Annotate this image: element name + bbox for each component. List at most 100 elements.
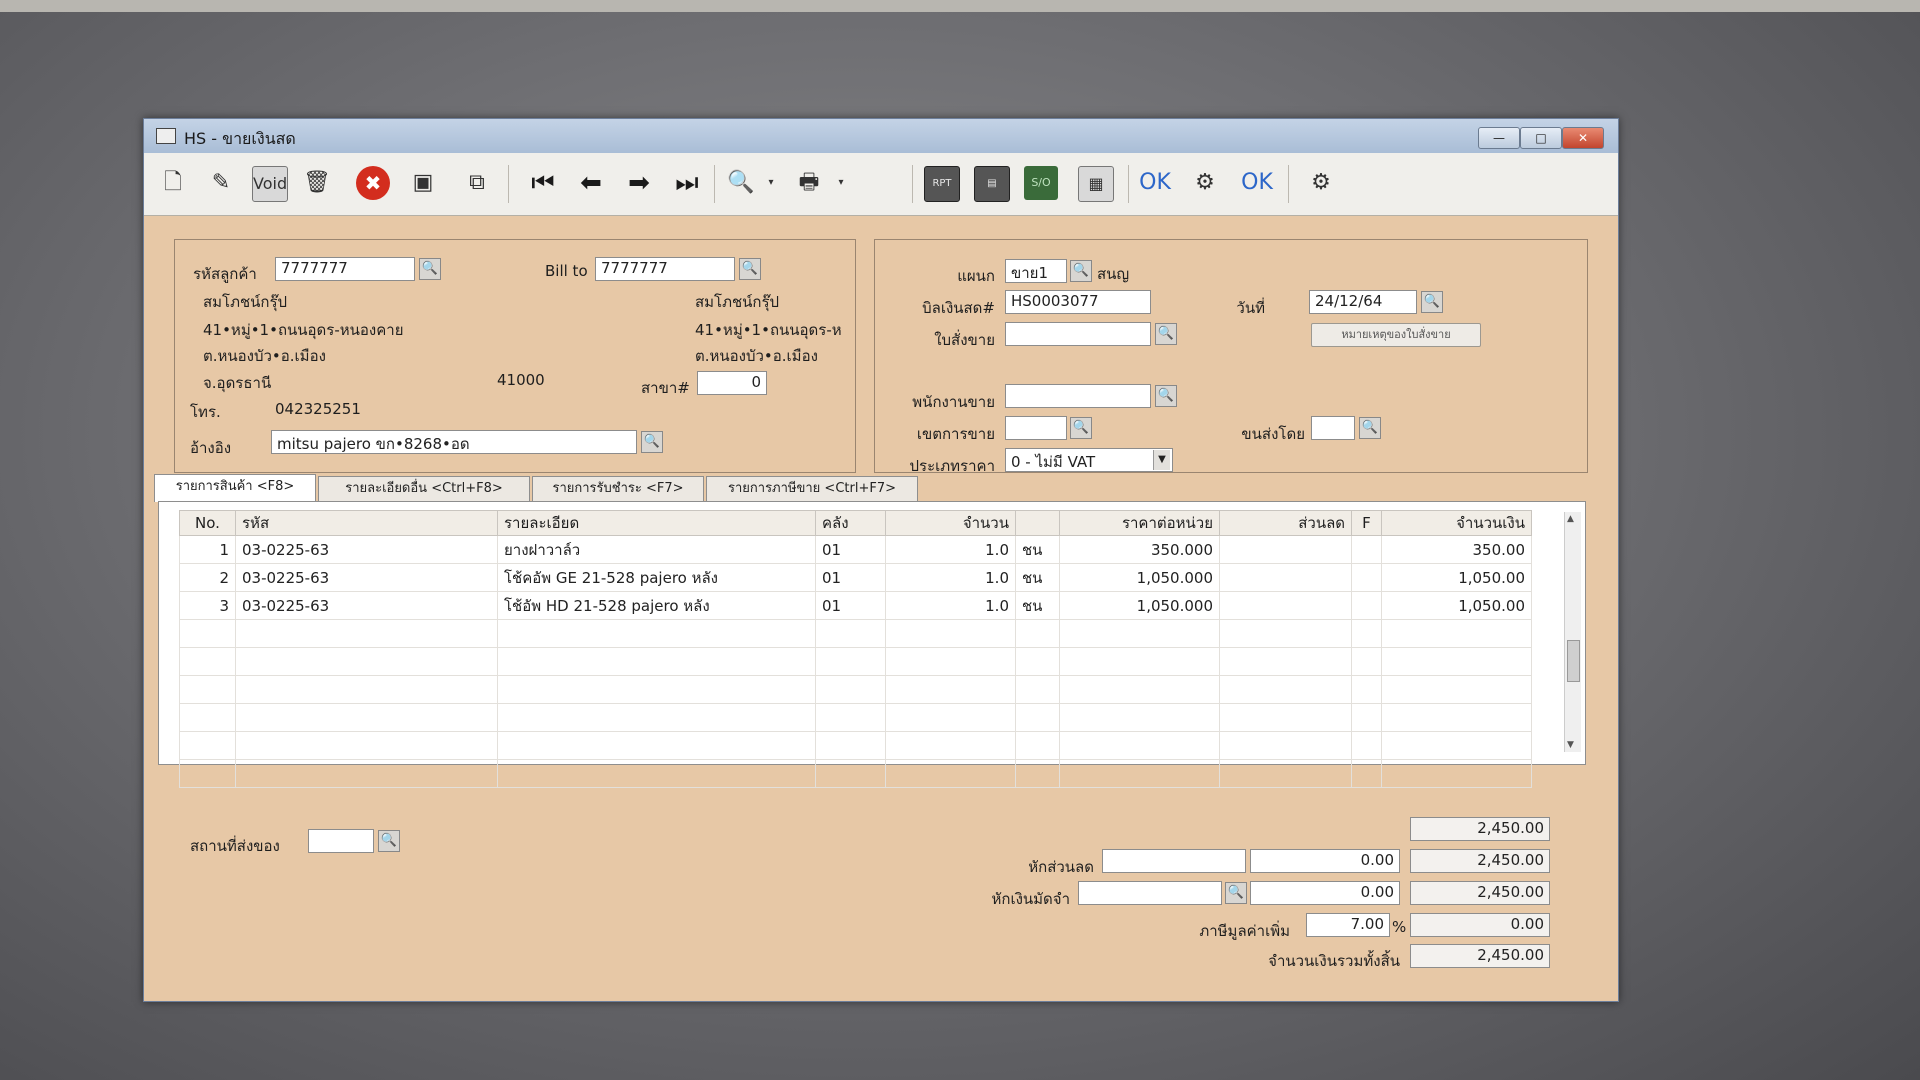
table-cell[interactable] bbox=[235, 731, 498, 760]
table-cell[interactable]: 1.0 bbox=[885, 591, 1016, 620]
table-cell[interactable] bbox=[1381, 703, 1532, 732]
sales-area-input[interactable] bbox=[1005, 416, 1067, 440]
table-cell[interactable]: ชน bbox=[1015, 591, 1060, 620]
table-cell[interactable]: ชน bbox=[1015, 535, 1060, 564]
scroll-down-icon[interactable]: ▼ bbox=[1567, 740, 1574, 750]
sales-order-note-button[interactable]: หมายเหตุของใบสั่งขาย bbox=[1311, 323, 1481, 347]
table-cell[interactable] bbox=[885, 619, 1016, 648]
discount-value-input[interactable]: 0.00 bbox=[1250, 849, 1400, 873]
table-cell[interactable]: 2 bbox=[179, 563, 236, 592]
lookup-icon[interactable]: ⧉ bbox=[460, 166, 494, 200]
table-cell[interactable] bbox=[1381, 647, 1532, 676]
table-cell[interactable] bbox=[1015, 675, 1060, 704]
delivery-place-search-icon[interactable]: 🔍 bbox=[378, 830, 400, 852]
table-cell[interactable]: 350.000 bbox=[1059, 535, 1220, 564]
table-cell[interactable] bbox=[1015, 647, 1060, 676]
table-cell[interactable] bbox=[1219, 759, 1352, 788]
table-cell[interactable] bbox=[1351, 647, 1382, 676]
table-row[interactable]: 2 03-0225-63 โช้คอัพ GE 21-528 pajero หลัง… bbox=[179, 563, 1532, 592]
branch-input[interactable]: 0 bbox=[697, 371, 767, 395]
edit-icon[interactable]: ✎ bbox=[204, 166, 238, 200]
deposit-text-input[interactable] bbox=[1078, 881, 1222, 905]
table-cell[interactable] bbox=[1015, 619, 1060, 648]
first-record-icon[interactable]: ⏮ bbox=[526, 166, 560, 200]
scroll-up-icon[interactable]: ▲ bbox=[1567, 514, 1574, 524]
table-cell[interactable] bbox=[1059, 619, 1220, 648]
empty-row[interactable] bbox=[179, 619, 1532, 648]
table-cell[interactable] bbox=[497, 619, 816, 648]
table-cell[interactable] bbox=[885, 675, 1016, 704]
table-cell[interactable] bbox=[1219, 675, 1352, 704]
column-header[interactable]: รหัส bbox=[235, 510, 498, 536]
price-type-select[interactable]: 0 - ไม่มี VAT ▼ bbox=[1005, 448, 1173, 472]
table-cell[interactable] bbox=[235, 675, 498, 704]
void-icon[interactable]: Void bbox=[252, 166, 288, 202]
table-cell[interactable] bbox=[1351, 703, 1382, 732]
table-cell[interactable]: 1.0 bbox=[885, 563, 1016, 592]
table-cell[interactable] bbox=[497, 703, 816, 732]
date-input[interactable]: 24/12/64 bbox=[1309, 290, 1417, 314]
tab-3[interactable]: รายการภาษีขาย <Ctrl+F7> bbox=[706, 476, 918, 502]
table-cell[interactable] bbox=[235, 703, 498, 732]
table-cell[interactable] bbox=[1219, 563, 1352, 592]
table-cell[interactable] bbox=[1219, 731, 1352, 760]
next-record-icon[interactable]: ➡ bbox=[622, 166, 656, 200]
table-cell[interactable] bbox=[1059, 703, 1220, 732]
empty-row[interactable] bbox=[179, 759, 1532, 788]
title-bar[interactable]: HS - ขายเงินสด — □ ✕ bbox=[144, 119, 1618, 153]
table-cell[interactable] bbox=[1015, 731, 1060, 760]
table-cell[interactable] bbox=[235, 619, 498, 648]
deposit-value-input[interactable]: 0.00 bbox=[1250, 881, 1400, 905]
table-cell[interactable] bbox=[1219, 591, 1352, 620]
table-cell[interactable]: 1.0 bbox=[885, 535, 1016, 564]
table-cell[interactable] bbox=[1219, 535, 1352, 564]
table-cell[interactable] bbox=[497, 675, 816, 704]
cancel-icon[interactable]: ✖ bbox=[356, 166, 390, 200]
table-cell[interactable] bbox=[1059, 675, 1220, 704]
shipping-search-icon[interactable]: 🔍 bbox=[1359, 417, 1381, 439]
table-cell[interactable]: 350.00 bbox=[1381, 535, 1532, 564]
table-row[interactable]: 1 03-0225-63 ยางฝาวาล์ว 01 1.0 ชน 350.000 350.0… bbox=[179, 535, 1532, 564]
table-cell[interactable] bbox=[179, 703, 236, 732]
table-cell[interactable] bbox=[885, 759, 1016, 788]
tools-icon[interactable]: ⚙ bbox=[1188, 166, 1222, 200]
tab-2[interactable]: รายการรับชำระ <F7> bbox=[532, 476, 704, 502]
table-cell[interactable] bbox=[1059, 731, 1220, 760]
table-cell[interactable]: 03-0225-63 bbox=[235, 563, 498, 592]
column-header[interactable]: F bbox=[1351, 510, 1382, 536]
tab-0[interactable]: รายการสินค้า <F8> bbox=[154, 474, 316, 502]
table-cell[interactable] bbox=[179, 647, 236, 676]
table-cell[interactable] bbox=[179, 731, 236, 760]
department-search-icon[interactable]: 🔍 bbox=[1070, 260, 1092, 282]
table-cell[interactable] bbox=[1351, 759, 1382, 788]
empty-row[interactable] bbox=[179, 647, 1532, 676]
close-button[interactable]: ✕ bbox=[1562, 127, 1604, 149]
column-header[interactable]: ราคาต่อหน่วย bbox=[1059, 510, 1220, 536]
calculator-icon[interactable]: ▤ bbox=[974, 166, 1010, 202]
table-cell[interactable] bbox=[1059, 647, 1220, 676]
table-row[interactable]: 3 03-0225-63 โช้อัพ HD 21-528 pajero หลัง 0… bbox=[179, 591, 1532, 620]
table-cell[interactable]: 3 bbox=[179, 591, 236, 620]
report-icon[interactable]: RPT bbox=[924, 166, 960, 202]
tab-1[interactable]: รายละเอียดอื่น <Ctrl+F8> bbox=[318, 476, 530, 502]
table-cell[interactable] bbox=[1351, 619, 1382, 648]
table-cell[interactable] bbox=[179, 619, 236, 648]
column-header[interactable]: คลัง bbox=[815, 510, 886, 536]
table-cell[interactable] bbox=[497, 731, 816, 760]
shipping-input[interactable] bbox=[1311, 416, 1355, 440]
table-cell[interactable] bbox=[1219, 703, 1352, 732]
recalc-icon[interactable]: ▦ bbox=[1078, 166, 1114, 202]
last-record-icon[interactable]: ⏭ bbox=[670, 166, 704, 200]
table-cell[interactable] bbox=[1381, 731, 1532, 760]
sales-area-search-icon[interactable]: 🔍 bbox=[1070, 417, 1092, 439]
previous-record-icon[interactable]: ⬅ bbox=[574, 166, 608, 200]
table-cell[interactable]: 1,050.000 bbox=[1059, 591, 1220, 620]
table-cell[interactable]: โช้คอัพ GE 21-528 pajero หลัง bbox=[497, 563, 816, 592]
table-cell[interactable]: 01 bbox=[815, 591, 886, 620]
table-cell[interactable] bbox=[1219, 647, 1352, 676]
discount-text-input[interactable] bbox=[1102, 849, 1246, 873]
settings-icon[interactable]: ⚙ bbox=[1304, 166, 1338, 200]
table-cell[interactable]: 01 bbox=[815, 563, 886, 592]
delivery-place-input[interactable] bbox=[308, 829, 374, 853]
approve-ok-icon[interactable]: OK bbox=[1138, 166, 1172, 200]
